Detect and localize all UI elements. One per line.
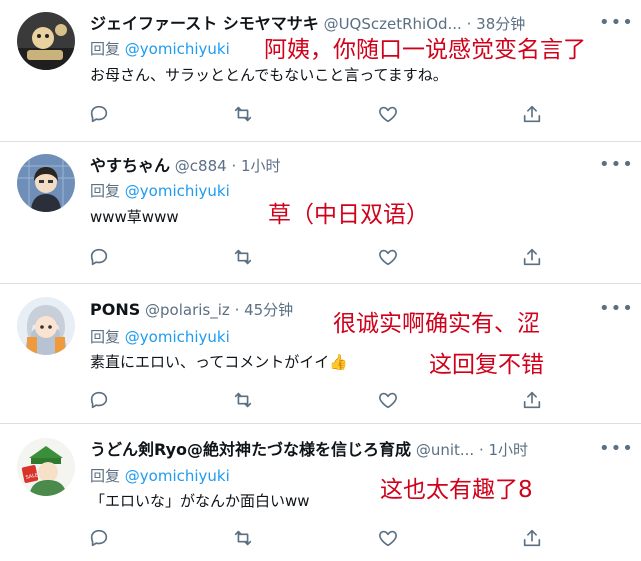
avatar[interactable] <box>17 297 75 355</box>
timestamp[interactable]: · 38分钟 <box>467 15 526 33</box>
tweet-card[interactable]: PONS @polaris_iz · 45分钟 ••• 回复 @yomichiy… <box>0 284 641 424</box>
more-icon[interactable]: ••• <box>599 440 633 464</box>
tweet-header: やすちゃん @c884 · 1小时 <box>90 154 281 178</box>
user-handle[interactable]: @UQSczetRhiOd... <box>324 15 462 33</box>
tweet-header: ジェイファースト シモヤマサキ @UQSczetRhiOd... · 38分钟 <box>90 12 525 36</box>
tweet-actions <box>86 387 556 413</box>
like-icon[interactable] <box>375 244 401 270</box>
reply-context: 回复 @yomichiyuki <box>90 465 230 487</box>
reply-prefix: 回复 <box>90 182 121 200</box>
tweet-text: お母さん、サラッととんでもないこと言ってますね。 <box>90 66 448 84</box>
timestamp[interactable]: · 1小时 <box>479 441 528 459</box>
like-icon[interactable] <box>375 101 401 127</box>
tweet-card[interactable]: ジェイファースト シモヤマサキ @UQSczetRhiOd... · 38分钟 … <box>0 0 641 142</box>
share-icon[interactable] <box>519 387 545 413</box>
like-icon[interactable] <box>375 525 401 551</box>
annotation: 阿姨，你随口一说感觉变名言了 <box>264 37 586 63</box>
tweet-card[interactable]: SALE うどん剣Ryo@絶対神たづな様を信じろ育成 @unit... · 1小… <box>0 424 641 561</box>
more-icon[interactable]: ••• <box>599 14 633 38</box>
reply-context: 回复 @yomichiyuki <box>90 180 230 202</box>
reply-icon[interactable] <box>86 387 112 413</box>
avatar-image <box>17 12 75 70</box>
avatar-image <box>17 297 75 355</box>
reply-icon[interactable] <box>86 101 112 127</box>
reply-to-link[interactable]: @yomichiyuki <box>125 467 230 485</box>
tweet-text: 「エロいな」がなんか面白いww <box>90 492 310 510</box>
reply-prefix: 回复 <box>90 40 121 58</box>
tweet-text: 素直にエロい、ってコメントがイイ👍 <box>90 353 348 371</box>
retweet-icon[interactable] <box>230 525 256 551</box>
reply-to-link[interactable]: @yomichiyuki <box>125 328 230 346</box>
retweet-icon[interactable] <box>230 244 256 270</box>
retweet-icon[interactable] <box>230 101 256 127</box>
retweet-icon[interactable] <box>230 387 256 413</box>
reply-icon[interactable] <box>86 525 112 551</box>
reply-icon[interactable] <box>86 244 112 270</box>
user-handle[interactable]: @unit... <box>416 441 474 459</box>
annotation: 这也太有趣了8 <box>380 477 533 503</box>
tweet-text: www草www <box>90 208 179 226</box>
display-name[interactable]: やすちゃん <box>90 156 170 175</box>
annotation: 草（中日双语） <box>268 202 429 228</box>
share-icon[interactable] <box>519 244 545 270</box>
reply-prefix: 回复 <box>90 467 121 485</box>
more-icon[interactable]: ••• <box>599 156 633 180</box>
tweet-header: うどん剣Ryo@絶対神たづな様を信じろ育成 @unit... · 1小时 <box>90 438 528 462</box>
reply-context: 回复 @yomichiyuki <box>90 38 230 60</box>
user-handle[interactable]: @polaris_iz <box>145 301 230 319</box>
display-name[interactable]: ジェイファースト シモヤマサキ <box>90 14 319 33</box>
tweet-actions <box>86 244 556 270</box>
tweet-actions <box>86 101 556 127</box>
annotation: 很诚实啊确实有、涩 <box>333 311 540 337</box>
display-name[interactable]: うどん剣Ryo@絶対神たづな様を信じろ育成 <box>90 440 411 459</box>
share-icon[interactable] <box>519 525 545 551</box>
avatar[interactable] <box>17 154 75 212</box>
reply-to-link[interactable]: @yomichiyuki <box>125 40 230 58</box>
avatar-image: SALE <box>17 438 75 496</box>
reply-to-link[interactable]: @yomichiyuki <box>125 182 230 200</box>
timestamp[interactable]: · 1小时 <box>231 157 280 175</box>
timestamp[interactable]: · 45分钟 <box>235 301 294 319</box>
display-name[interactable]: PONS <box>90 300 140 319</box>
share-icon[interactable] <box>519 101 545 127</box>
avatar[interactable] <box>17 12 75 70</box>
reply-context: 回复 @yomichiyuki <box>90 326 230 348</box>
more-icon[interactable]: ••• <box>599 300 633 324</box>
avatar-image <box>17 154 75 212</box>
reply-prefix: 回复 <box>90 328 121 346</box>
tweet-header: PONS @polaris_iz · 45分钟 <box>90 298 293 322</box>
user-handle[interactable]: @c884 <box>175 157 227 175</box>
tweet-card[interactable]: やすちゃん @c884 · 1小时 ••• 回复 @yomichiyuki ww… <box>0 142 641 284</box>
annotation: 这回复不错 <box>429 352 544 378</box>
avatar[interactable]: SALE <box>17 438 75 496</box>
like-icon[interactable] <box>375 387 401 413</box>
tweet-actions <box>86 525 556 551</box>
